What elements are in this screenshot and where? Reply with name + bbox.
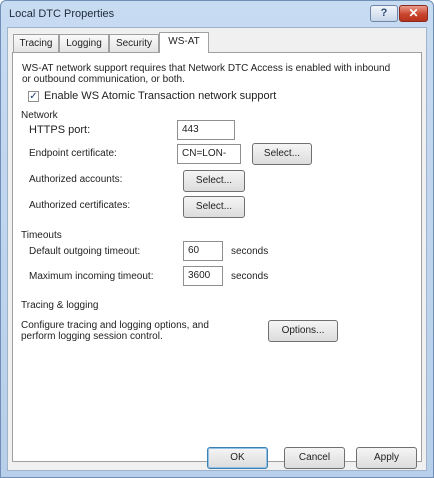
outgoing-seconds-label: seconds: [231, 246, 269, 257]
apply-button[interactable]: Apply: [356, 447, 417, 469]
tracing-options-button[interactable]: Options...: [268, 320, 338, 342]
incoming-seconds-label: seconds: [231, 271, 269, 282]
endpoint-certificate-input[interactable]: CN=LON-DEV-0: [177, 144, 241, 164]
default-outgoing-timeout-input[interactable]: 60: [183, 241, 223, 261]
tracing-description-line-2: perform logging session control.: [21, 331, 163, 342]
tracing-logging-heading: Tracing & logging: [21, 300, 99, 311]
close-button[interactable]: ✕: [399, 5, 428, 22]
enable-ws-at-checkbox[interactable]: ✓: [28, 91, 39, 102]
tracing-description-line-1: Configure tracing and logging options, a…: [21, 320, 209, 331]
dialog-client-area: Tracing Logging Security WS-AT WS-AT net…: [7, 27, 427, 471]
tab-ws-at[interactable]: WS-AT: [159, 32, 209, 53]
tab-logging[interactable]: Logging: [59, 34, 109, 52]
default-outgoing-timeout-label: Default outgoing timeout:: [29, 246, 141, 257]
tab-security[interactable]: Security: [109, 34, 159, 52]
ws-at-tab-panel: WS-AT network support requires that Netw…: [12, 52, 422, 462]
authorized-certificates-label: Authorized certificates:: [29, 200, 131, 211]
maximum-incoming-timeout-label: Maximum incoming timeout:: [29, 271, 154, 282]
info-text-line-1: WS-AT network support requires that Netw…: [22, 63, 391, 74]
help-button[interactable]: ?: [370, 5, 398, 22]
endpoint-certificate-select-button[interactable]: Select...: [252, 143, 312, 165]
title-bar[interactable]: Local DTC Properties ? ✕: [1, 1, 433, 27]
window-title: Local DTC Properties: [9, 8, 115, 20]
endpoint-certificate-label: Endpoint certificate:: [29, 148, 117, 159]
authorized-accounts-label: Authorized accounts:: [29, 174, 123, 185]
enable-ws-at-label[interactable]: Enable WS Atomic Transaction network sup…: [44, 90, 276, 102]
authorized-accounts-select-button[interactable]: Select...: [183, 170, 245, 192]
ok-button[interactable]: OK: [207, 447, 268, 469]
cancel-button[interactable]: Cancel: [284, 447, 345, 469]
tab-tracing[interactable]: Tracing: [13, 34, 59, 52]
dialog-window: Local DTC Properties ? ✕ Tracing Logging…: [0, 0, 434, 478]
https-port-input[interactable]: 443: [177, 120, 235, 140]
network-heading: Network: [21, 110, 58, 121]
timeouts-heading: Timeouts: [21, 230, 62, 241]
authorized-certificates-select-button[interactable]: Select...: [183, 196, 245, 218]
https-port-label: HTTPS port:: [29, 124, 91, 136]
info-text-line-2: or outbound communication, or both.: [22, 74, 185, 85]
maximum-incoming-timeout-input[interactable]: 3600: [183, 266, 223, 286]
